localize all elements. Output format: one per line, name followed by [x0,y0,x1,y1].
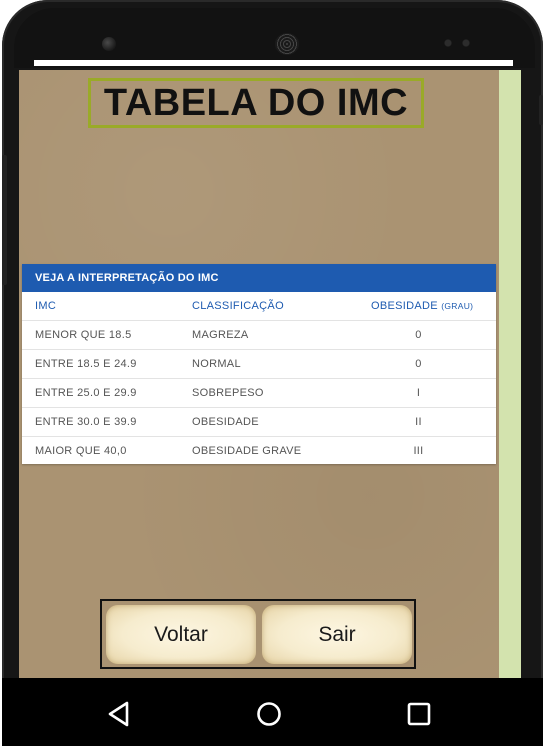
proximity-sensor-icon [442,39,472,47]
recents-icon[interactable] [405,700,433,728]
cell-classificacao: OBESIDADE [192,416,259,428]
title-box: TABELA DO IMC [88,78,424,128]
column-header-obesidade-suffix: (GRAU) [441,301,474,311]
cell-imc: ENTRE 25.0 E 29.9 [35,387,137,399]
page-title: TABELA DO IMC [103,81,409,124]
app-screen: TABELA DO IMC VEJA A INTERPRETAÇÃO DO IM… [19,70,521,678]
cell-classificacao: SOBREPESO [192,387,264,399]
side-strip [499,70,521,678]
earpiece-speaker-icon [275,33,299,55]
status-bar [34,60,513,66]
back-icon[interactable] [105,700,133,728]
table-row: ENTRE 30.0 E 39.9 OBESIDADE II [22,408,496,437]
table-header: VEJA A INTERPRETAÇÃO DO IMC [22,264,496,292]
cell-imc: ENTRE 30.0 E 39.9 [35,416,137,428]
cell-classificacao: OBESIDADE GRAVE [192,445,302,457]
imc-table: VEJA A INTERPRETAÇÃO DO IMC IMC CLASSIFI… [22,264,496,464]
home-icon[interactable] [255,700,283,728]
table-row: MAIOR QUE 40,0 OBESIDADE GRAVE III [22,437,496,465]
table-row: ENTRE 25.0 E 29.9 SOBREPESO I [22,379,496,408]
cell-grau: III [413,445,424,457]
cell-grau: 0 [415,358,422,370]
column-header-obesidade-label: OBESIDADE [371,300,438,312]
navigation-bar [2,678,543,746]
table-row: MENOR QUE 18.5 MAGREZA 0 [22,321,496,350]
top-bezel [14,8,535,68]
column-header-classificacao: CLASSIFICAÇÃO [192,300,284,312]
button-group: Voltar Sair [100,599,416,669]
cell-grau: 0 [415,329,422,341]
cell-classificacao: MAGREZA [192,329,249,341]
cell-imc: MAIOR QUE 40,0 [35,445,127,457]
voltar-button[interactable]: Voltar [106,605,256,664]
sair-button[interactable]: Sair [262,605,412,664]
front-camera-icon [102,37,116,51]
column-header-imc: IMC [35,300,57,312]
cell-imc: MENOR QUE 18.5 [35,329,132,341]
cell-grau: II [415,416,422,428]
power-side-button [539,95,543,125]
cell-imc: ENTRE 18.5 E 24.9 [35,358,137,370]
cell-classificacao: NORMAL [192,358,241,370]
column-header-obesidade: OBESIDADE (GRAU) [371,292,473,320]
cell-grau: I [416,387,421,399]
table-column-headers: IMC CLASSIFICAÇÃO OBESIDADE (GRAU) [22,292,496,321]
table-row: ENTRE 18.5 E 24.9 NORMAL 0 [22,350,496,379]
volume-side-button [2,155,7,285]
